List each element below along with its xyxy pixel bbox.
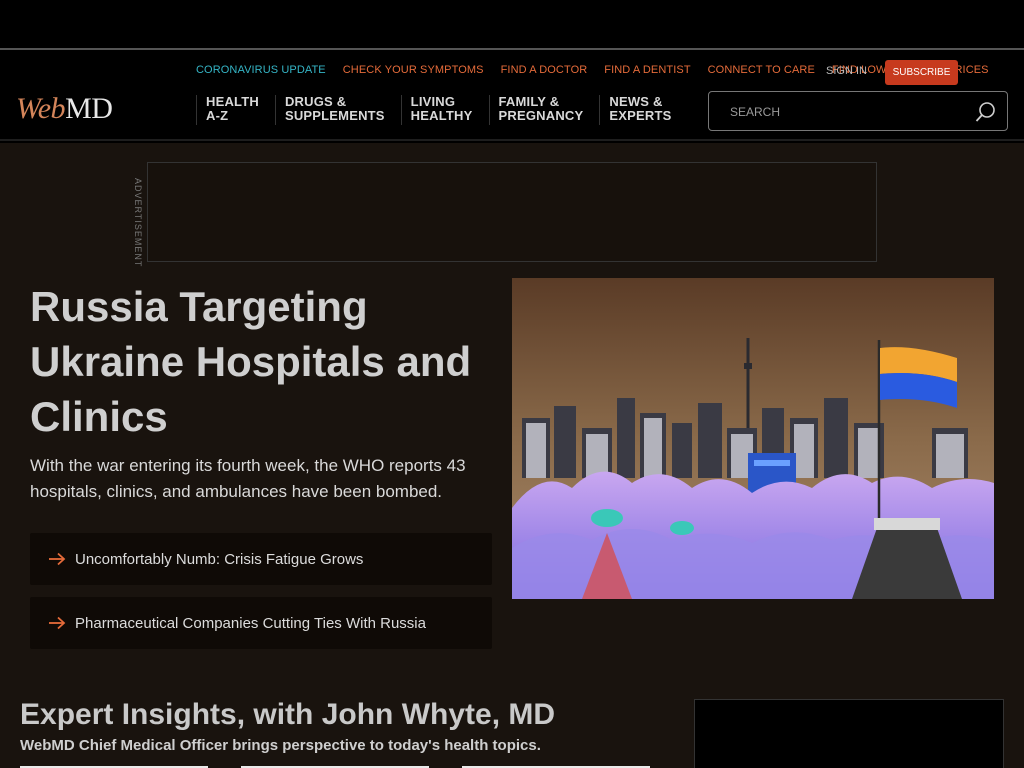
main-content: ADVERTISEMENT Russia Targeting Ukraine H… xyxy=(0,143,1024,768)
arrow-right-icon xyxy=(49,552,66,566)
nav-item-living-healthy[interactable]: LIVING HEALTHY xyxy=(400,94,489,125)
section-title-expert-insights[interactable]: Expert Insights, with John Whyte, MD xyxy=(20,698,555,732)
utility-link-find-dentist[interactable]: FIND A DENTIST xyxy=(604,63,690,77)
nav-item-label: LIVING HEALTHY xyxy=(410,94,473,123)
logo-web: Web xyxy=(16,92,66,125)
related-link-card[interactable]: Uncomfortably Numb: Crisis Fatigue Grows xyxy=(30,533,492,585)
nav-item-label: NEWS & EXPERTS xyxy=(609,94,672,123)
hero-subtitle: With the war entering its fourth week, t… xyxy=(30,456,466,501)
search-box xyxy=(708,91,1008,131)
top-ad-bar xyxy=(0,0,1024,50)
hero-headline[interactable]: Russia Targeting Ukraine Hospitals and C… xyxy=(30,279,500,444)
arrow-right-icon xyxy=(49,616,66,630)
advertisement-slot xyxy=(147,162,877,262)
site-header: WebMD CORONAVIRUS UPDATE CHECK YOUR SYMP… xyxy=(0,52,1024,141)
hero-image[interactable] xyxy=(512,278,994,599)
utility-link-find-doctor[interactable]: FIND A DOCTOR xyxy=(501,63,588,77)
related-link-label: Pharmaceutical Companies Cutting Ties Wi… xyxy=(75,614,426,632)
utility-links: CORONAVIRUS UPDATE CHECK YOUR SYMPTOMS F… xyxy=(196,63,989,77)
utility-link-coronavirus-update[interactable]: CORONAVIRUS UPDATE xyxy=(196,63,326,77)
kyiv-cityscape-image xyxy=(512,278,994,599)
search-icon[interactable] xyxy=(975,101,997,123)
subscribe-button[interactable]: SUBSCRIBE xyxy=(885,60,958,85)
section-subtitle: WebMD Chief Medical Officer brings persp… xyxy=(20,737,541,754)
nav-item-label: DRUGS & SUPPLEMENTS xyxy=(284,94,385,123)
nav-item-family-pregnancy[interactable]: FAMILY & PREGNANCY xyxy=(488,94,600,125)
nav-item-drugs-supplements[interactable]: DRUGS & SUPPLEMENTS xyxy=(274,94,401,125)
related-link-label: Uncomfortably Numb: Crisis Fatigue Grows xyxy=(75,550,364,568)
nav-item-label: HEALTH A-Z xyxy=(206,94,259,123)
related-link-card[interactable]: Pharmaceutical Companies Cutting Ties Wi… xyxy=(30,597,492,649)
utility-link-connect-to-care[interactable]: CONNECT TO CARE xyxy=(708,63,815,77)
nav-item-news-experts[interactable]: NEWS & EXPERTS xyxy=(599,95,687,125)
sign-in-link[interactable]: SIGN IN xyxy=(826,65,867,77)
webmd-logo[interactable]: WebMD xyxy=(16,92,113,125)
nav-item-health-a-z[interactable]: HEALTH A-Z xyxy=(196,95,275,125)
main-nav: HEALTH A-Z DRUGS & SUPPLEMENTS LIVING HE… xyxy=(196,95,687,125)
nav-item-label: FAMILY & PREGNANCY xyxy=(498,94,584,123)
logo-md: MD xyxy=(65,92,113,125)
search-input[interactable] xyxy=(730,104,970,120)
sidebar-ad-slot xyxy=(694,699,1004,768)
utility-link-check-symptoms[interactable]: CHECK YOUR SYMPTOMS xyxy=(343,63,484,77)
advertisement-label: ADVERTISEMENT xyxy=(133,178,143,268)
